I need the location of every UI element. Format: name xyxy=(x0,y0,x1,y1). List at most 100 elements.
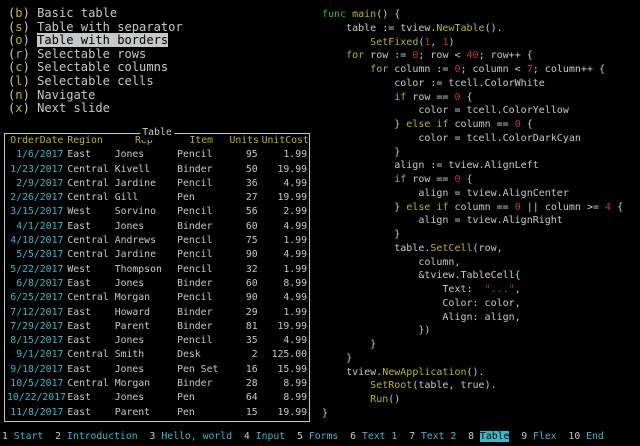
table-cell: Jardine xyxy=(113,177,175,191)
slide-tab-forms[interactable]: 5 Forms xyxy=(297,431,338,442)
slide-tab-table[interactable]: 8 Table xyxy=(468,431,509,442)
code-line: align := tview.AlignLeft xyxy=(322,159,623,173)
table-cell: East xyxy=(65,277,112,291)
code-token: "..." xyxy=(485,284,515,295)
table-cell: East xyxy=(65,406,112,420)
table-cell: Jones xyxy=(113,334,175,348)
table-cell: 90 xyxy=(227,248,259,262)
slide-tab-flex[interactable]: 9 Flex xyxy=(521,431,556,442)
code-line: table.SetCell(row, xyxy=(322,242,623,256)
table-cell: 11/8/2017 xyxy=(5,406,65,420)
code-token xyxy=(322,50,346,61)
slide-tab-text-2[interactable]: 7 Text 2 xyxy=(409,431,456,442)
code-token: { xyxy=(461,92,473,103)
code-token: { xyxy=(521,119,533,130)
table-cell: 15.99 xyxy=(260,363,309,377)
table-cell: Binder xyxy=(175,220,227,234)
table-cell: East xyxy=(65,334,112,348)
table-cell: East xyxy=(65,306,112,320)
slide-tab-text-1[interactable]: 6 Text 1 xyxy=(350,431,397,442)
code-line: Color: color, xyxy=(322,297,623,311)
table-cell: Central xyxy=(65,234,112,248)
code-line: } xyxy=(322,338,623,352)
table-cell: Binder xyxy=(175,306,227,320)
table-cell: Parent xyxy=(113,320,175,334)
table-cell: 95 xyxy=(227,148,259,162)
table-cell: 8.99 xyxy=(260,277,309,291)
code-token: || column >= xyxy=(521,202,605,213)
table-cell: Jones xyxy=(113,391,175,405)
code-token: tview. xyxy=(322,367,382,378)
code-token: align = tview.AlignCenter xyxy=(322,188,569,199)
table-row: 4/18/2017CentralAndrewsPencil751.99 xyxy=(5,234,309,248)
shortcut-key: x xyxy=(15,101,22,115)
table-cell: East xyxy=(65,363,112,377)
slide-number: 10 xyxy=(568,431,580,442)
code-line: table := tview.NewTable(). xyxy=(322,22,623,36)
menu-item-s[interactable]: (s) Table with separator xyxy=(8,21,183,35)
table-cell: 8/15/2017 xyxy=(5,334,65,348)
menu-item-l[interactable]: (l) Selectable cells xyxy=(8,75,183,89)
table-cell: 29 xyxy=(227,306,259,320)
code-token: SetRoot xyxy=(370,380,412,391)
shortcut-paren: ) xyxy=(23,101,38,115)
table-cell: 6/25/2017 xyxy=(5,291,65,305)
slide-separator xyxy=(232,431,244,442)
code-token: if xyxy=(394,174,406,185)
menu-item-o[interactable]: (o) Table with borders xyxy=(8,34,183,48)
slide-title: Table xyxy=(480,431,510,442)
code-token: ; row < xyxy=(418,50,466,61)
slide-tab-input[interactable]: 4 Input xyxy=(244,431,285,442)
code-token: Run xyxy=(370,394,388,405)
shortcut-key: r xyxy=(15,47,22,61)
table-cell: Morgan xyxy=(113,377,175,391)
code-token: } xyxy=(322,353,352,364)
menu-item-n[interactable]: (n) Navigate xyxy=(8,89,183,103)
menu-item-label: Basic table xyxy=(37,6,117,20)
code-token: { xyxy=(611,202,623,213)
table-cell: 3/15/2017 xyxy=(5,205,65,219)
slide-title: Text 1 xyxy=(362,431,397,442)
menu-item-b[interactable]: (b) Basic table xyxy=(8,7,183,21)
table-cell: Central xyxy=(65,291,112,305)
slide-tab-introduction[interactable]: 2 Introduction xyxy=(55,431,138,442)
table-cell: 4.99 xyxy=(260,220,309,234)
shortcut-key: s xyxy=(15,20,22,34)
table-cell: Jones xyxy=(113,277,175,291)
orders-table: OrderDateRegionRepItemUnitsUnitCost1/6/2… xyxy=(5,134,309,420)
code-line: Align: align, xyxy=(322,311,623,325)
table-cell: 32 xyxy=(227,263,259,277)
code-token: column, xyxy=(322,257,460,268)
column-header-unitcost: UnitCost xyxy=(260,134,309,148)
table-row: 4/1/2017EastJonesBinder604.99 xyxy=(5,220,309,234)
table-cell: Pen Set xyxy=(175,363,227,377)
table-cell: Pen xyxy=(175,406,227,420)
menu-item-label: Next slide xyxy=(37,101,110,115)
menu-item-x[interactable]: (x) Next slide xyxy=(8,102,183,116)
code-token: { xyxy=(461,174,473,185)
slide-title: Forms xyxy=(309,431,339,442)
menu-item-label: Selectable rows xyxy=(37,47,146,61)
code-line: SetFixed(1, 1) xyxy=(322,36,623,50)
menu-item-r[interactable]: (r) Selectable rows xyxy=(8,48,183,62)
code-token: table. xyxy=(322,243,430,254)
code-token: (). xyxy=(467,367,485,378)
table-cell: Jones xyxy=(113,363,175,377)
menu-item-c[interactable]: (c) Selectable columns xyxy=(8,61,183,75)
table-cell: Pencil xyxy=(175,234,227,248)
slide-tab-start[interactable]: 1 Start xyxy=(2,431,43,442)
table-cell: East xyxy=(65,391,112,405)
table-panel: Table OrderDateRegionRepItemUnitsUnitCos… xyxy=(4,133,310,422)
table-cell: 8.99 xyxy=(260,391,309,405)
code-line: for column := 0; column < 7; column++ { xyxy=(322,63,623,77)
table-row: 10/22/2017EastJonesPen648.99 xyxy=(5,391,309,405)
column-header-orderdate: OrderDate xyxy=(5,134,65,148)
slide-tab-end[interactable]: 10 End xyxy=(568,431,603,442)
code-token: (row, xyxy=(473,243,503,254)
code-token: column == xyxy=(448,119,514,130)
code-line: } xyxy=(322,146,623,160)
table-cell: 5/5/2017 xyxy=(5,248,65,262)
slide-tab-hello-world[interactable]: 3 Hello, world xyxy=(150,431,233,442)
code-token: } xyxy=(322,202,406,213)
code-token xyxy=(322,37,370,48)
